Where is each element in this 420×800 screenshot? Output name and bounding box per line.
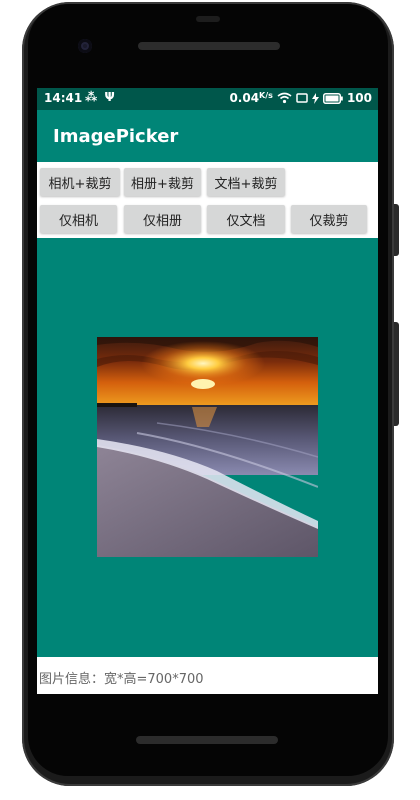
status-left-icons: ⁂ Ψ [85,90,115,104]
net-speed: 0.04K/s [229,91,273,105]
app-title: ImagePicker [53,126,179,147]
document-only-button[interactable]: 仅文档 [207,205,285,233]
power-button[interactable] [394,204,399,256]
usb-icon: Ψ [104,90,115,104]
status-bar: 14:41 ⁂ Ψ 0.04K/s 100 [37,88,378,110]
app-bar: ImagePicker [37,110,378,162]
volume-button[interactable] [394,322,399,426]
screen: 14:41 ⁂ Ψ 0.04K/s 100 ImagePicker 相机+裁剪 … [37,88,378,694]
sunset-beach-photo [97,337,318,557]
battery-icon [322,92,343,104]
crop-only-button[interactable]: 仅裁剪 [291,205,367,233]
document-crop-button[interactable]: 文档+裁剪 [207,168,285,196]
bottom-speaker [136,736,278,744]
camera-only-button[interactable]: 仅相机 [40,205,117,233]
album-crop-button[interactable]: 相册+裁剪 [124,168,201,196]
image-info-bar: 图片信息：宽*高=700*700 [37,657,378,694]
status-time: 14:41 [44,91,83,105]
front-camera [78,39,92,53]
charging-bolt-icon [311,92,319,104]
camera-crop-button[interactable]: 相机+裁剪 [40,168,120,196]
status-right: 0.04K/s 100 [229,91,372,105]
screen-cast-icon [296,93,308,103]
album-only-button[interactable]: 仅相册 [124,205,201,233]
wifi-icon [277,92,292,104]
picked-image [97,337,318,557]
button-panel: 相机+裁剪 相册+裁剪 文档+裁剪 仅相机 仅相册 仅文档 仅裁剪 [37,162,378,238]
net-speed-unit: K/s [259,91,273,100]
usb-tether-icon: ⁂ [85,90,98,104]
proximity-sensor [196,16,220,22]
net-speed-value: 0.04 [229,91,260,105]
battery-level: 100 [346,91,372,105]
image-info-text: 图片信息：宽*高=700*700 [39,672,204,687]
top-speaker [138,42,280,50]
